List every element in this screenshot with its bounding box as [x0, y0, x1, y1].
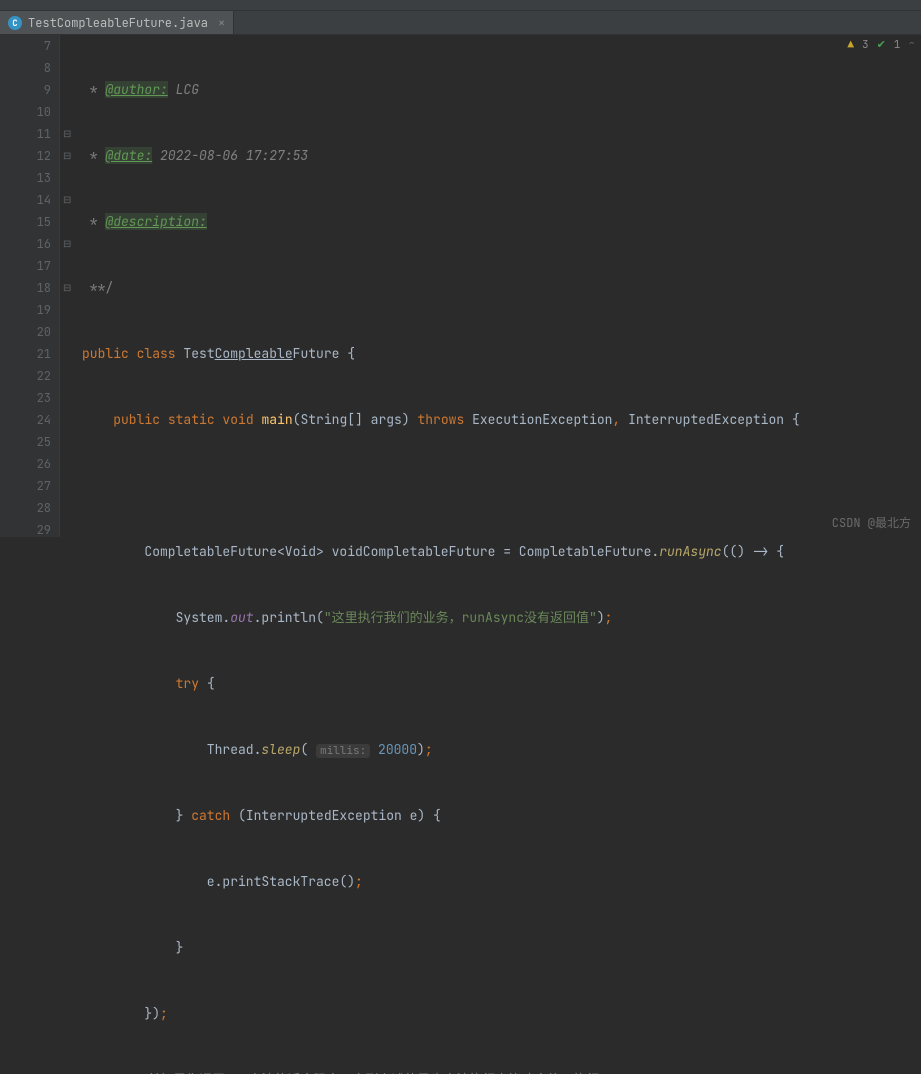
- fold-icon[interactable]: ⊟: [63, 145, 71, 167]
- line-number: 13: [0, 167, 51, 189]
- line-number: 19: [0, 299, 51, 321]
- fold-icon[interactable]: ⊟: [63, 189, 71, 211]
- editor-area[interactable]: 7 8 9 10 11 12 13 14 15 16 17 18 19 20 2…: [0, 35, 921, 537]
- fold-icon[interactable]: ⊟: [63, 123, 71, 145]
- line-number: 22: [0, 365, 51, 387]
- line-number: 29: [0, 519, 51, 541]
- line-number: 20: [0, 321, 51, 343]
- line-number: 7: [0, 35, 51, 57]
- close-icon[interactable]: ×: [218, 15, 225, 31]
- line-number: 21: [0, 343, 51, 365]
- watermark: CSDN @最北方: [832, 514, 911, 531]
- line-number: 11: [0, 123, 51, 145]
- line-number: 25: [0, 431, 51, 453]
- line-number: 17: [0, 255, 51, 277]
- tab-filename: TestCompleableFuture.java: [28, 15, 208, 31]
- line-number: 15: [0, 211, 51, 233]
- toolbar-spacer: [0, 0, 921, 11]
- fold-icon[interactable]: ⊟: [63, 233, 71, 255]
- line-number: 8: [0, 57, 51, 79]
- line-number: 24: [0, 409, 51, 431]
- editor-tab-bar: C TestCompleableFuture.java ×: [0, 11, 921, 35]
- fold-column: ⊟ ⊟ ⊟ ⊟ ⊟: [60, 35, 76, 537]
- line-number: 14: [0, 189, 51, 211]
- line-number-gutter: 7 8 9 10 11 12 13 14 15 16 17 18 19 20 2…: [0, 35, 60, 537]
- line-number: 28: [0, 497, 51, 519]
- line-number: 9: [0, 79, 51, 101]
- line-number: 10: [0, 101, 51, 123]
- java-class-icon: C: [8, 16, 22, 30]
- line-number: 26: [0, 453, 51, 475]
- code-content[interactable]: * @author: LCG * @date: 2022-08-06 17:27…: [76, 35, 921, 537]
- line-number: 18: [0, 277, 51, 299]
- line-number: 16: [0, 233, 51, 255]
- file-tab[interactable]: C TestCompleableFuture.java ×: [0, 11, 234, 34]
- line-number: 23: [0, 387, 51, 409]
- parameter-hint: millis:: [316, 744, 370, 758]
- line-number: 27: [0, 475, 51, 497]
- line-number: 12: [0, 145, 51, 167]
- fold-icon[interactable]: ⊟: [63, 277, 71, 299]
